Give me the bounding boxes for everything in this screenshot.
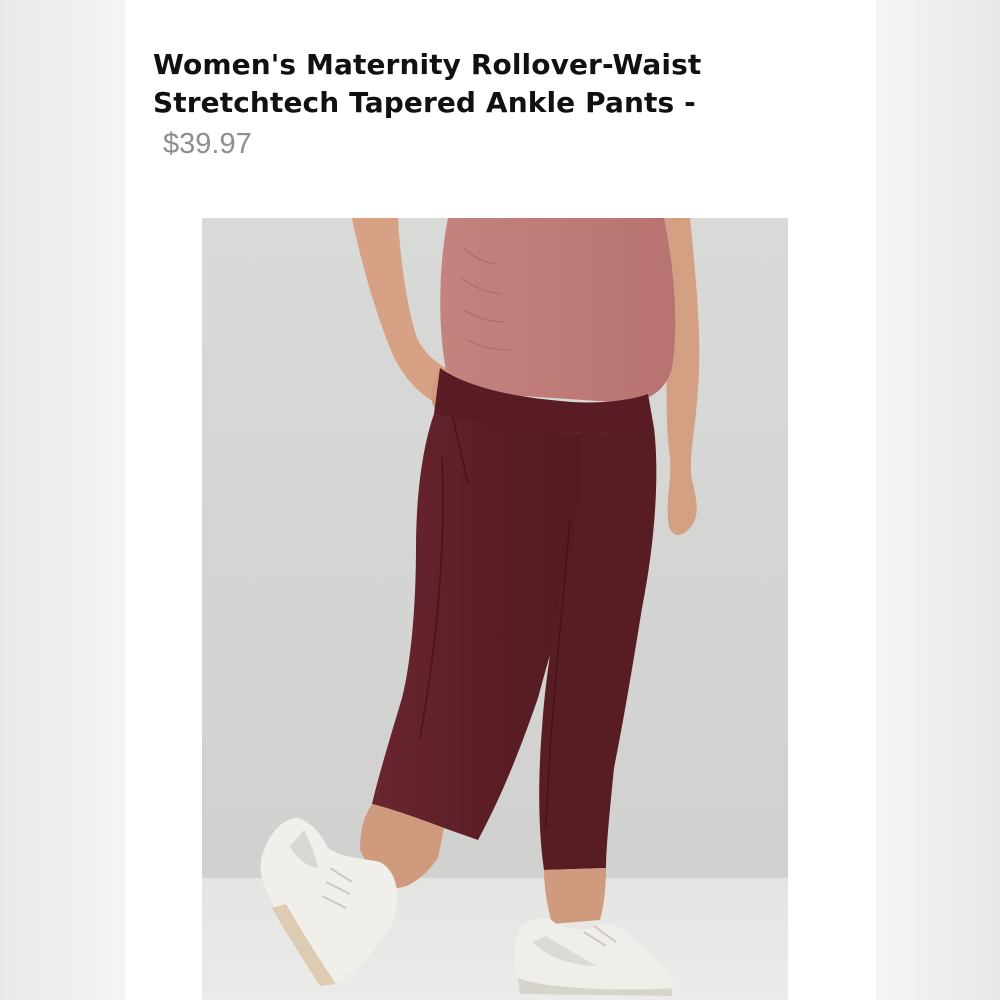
product-title-line-1: Women's Maternity Rollover-Waist <box>153 48 702 81</box>
right-margin <box>876 0 1000 1000</box>
product-title: Women's Maternity Rollover-Waist Stretch… <box>153 46 853 122</box>
model-shirt <box>440 218 676 403</box>
product-title-line-2: Stretchtech Tapered Ankle Pants - <box>153 86 696 119</box>
product-card: Women's Maternity Rollover-Waist Stretch… <box>125 0 876 1000</box>
left-margin <box>0 0 125 1000</box>
product-price: $39.97 <box>163 128 252 160</box>
model-right-ankle <box>544 868 606 924</box>
product-photo <box>202 218 788 1000</box>
